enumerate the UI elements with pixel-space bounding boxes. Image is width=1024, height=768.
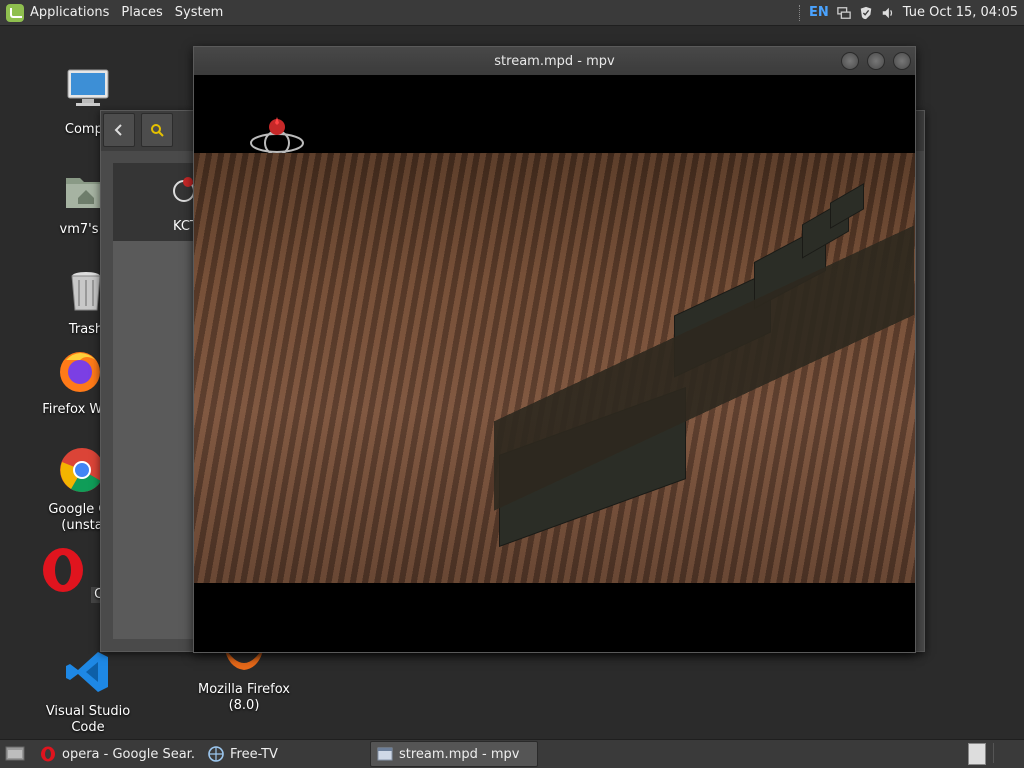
applications-menu[interactable]: Applications: [0, 0, 115, 25]
computer-icon: [67, 69, 109, 106]
channel-logo-icon: [250, 117, 304, 156]
applications-menu-label: Applications: [30, 5, 110, 20]
tray-separator: [799, 4, 801, 21]
places-menu[interactable]: Places: [115, 0, 168, 25]
taskbar-item-label: Free-TV: [230, 746, 278, 762]
taskbar-item-label: opera - Google Sear...: [62, 746, 196, 762]
taskbar-item-label: stream.mpd - mpv: [399, 746, 520, 762]
clock[interactable]: Tue Oct 15, 04:05: [903, 5, 1018, 20]
show-desktop-icon[interactable]: [4, 744, 28, 764]
network-icon[interactable]: [837, 6, 851, 20]
tank-vehicle: [802, 197, 849, 259]
window-title: stream.mpd - mpv: [494, 53, 615, 69]
mpv-titlebar[interactable]: stream.mpd - mpv: [194, 47, 915, 75]
free-tv-icon: [208, 746, 224, 762]
taskbar-item-opera[interactable]: opera - Google Sear...: [34, 742, 196, 766]
chrome-icon: [60, 448, 104, 492]
opera-icon: [41, 746, 55, 762]
close-button[interactable]: [893, 52, 911, 70]
tank-vehicle: [754, 223, 826, 310]
top-panel: Applications Places System EN Tue Oct 15…: [0, 0, 1024, 26]
tank-vehicle: [830, 183, 864, 229]
tank-vehicle: [674, 270, 771, 378]
taskbar-item-free-tv[interactable]: Free-TV: [202, 742, 364, 766]
tank-vehicle: [499, 386, 686, 548]
volume-icon[interactable]: [881, 6, 895, 20]
desktop-icon-label: Visual Studio Code: [45, 704, 131, 735]
taskbar: opera - Google Sear... Free-TV stream.mp…: [0, 739, 1024, 768]
desktop-icon-firefox-8[interactable]: Mozilla Firefox (8.0): [184, 646, 304, 714]
system-menu[interactable]: System: [169, 0, 229, 25]
vscode-icon: [66, 652, 108, 692]
mpv-window[interactable]: stream.mpd - mpv: [193, 46, 916, 653]
firefox-icon: [60, 352, 100, 392]
search-icon: [151, 124, 164, 137]
mint-logo-icon: [6, 3, 24, 22]
workspace-switcher-2[interactable]: [993, 743, 1018, 763]
back-button[interactable]: [103, 113, 135, 147]
search-button[interactable]: [141, 113, 173, 147]
taskbar-item-mpv[interactable]: stream.mpd - mpv: [370, 741, 538, 767]
workspace-switcher[interactable]: [968, 743, 986, 765]
video-frame: [194, 153, 915, 583]
opera-icon: [43, 548, 84, 592]
window-icon: [377, 747, 393, 761]
desktop-icon-label: Mozilla Firefox (8.0): [198, 682, 290, 713]
arrow-left-icon: [114, 124, 122, 136]
desktop-icon-vscode[interactable]: Visual Studio Code: [28, 648, 148, 736]
shield-icon[interactable]: [859, 6, 873, 20]
keyboard-layout-indicator[interactable]: EN: [809, 5, 829, 20]
minimize-button[interactable]: [841, 52, 859, 70]
maximize-button[interactable]: [867, 52, 885, 70]
system-tray: EN Tue Oct 15, 04:05: [799, 0, 1018, 25]
video-area[interactable]: [194, 75, 915, 652]
window-controls: [841, 52, 911, 70]
